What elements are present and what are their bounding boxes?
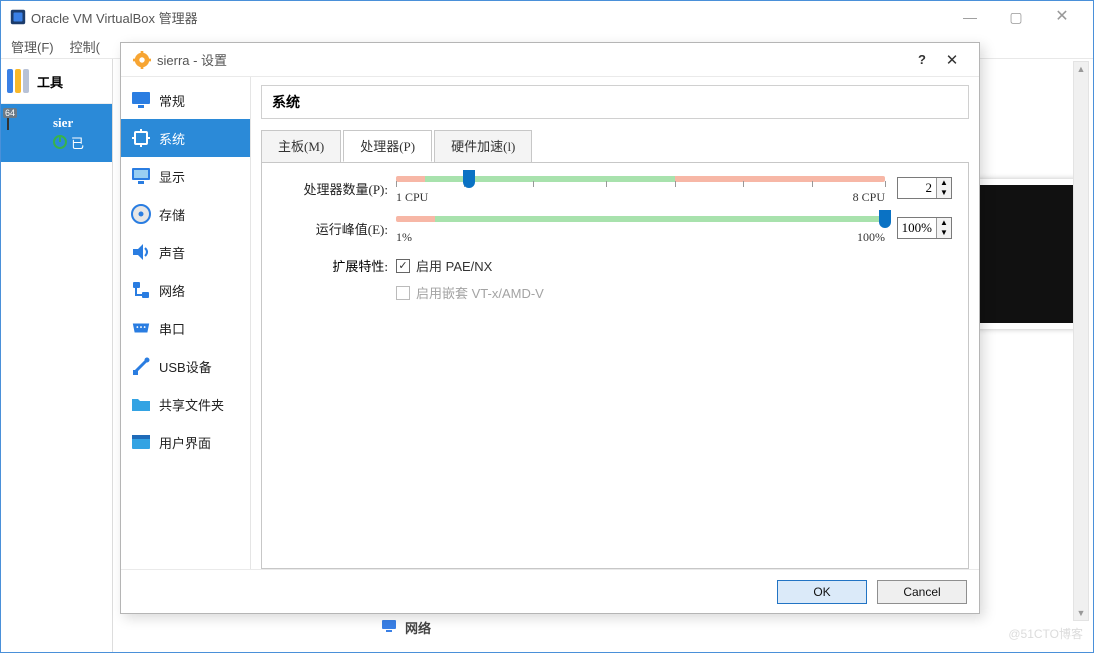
processor-max-label: 8 CPU xyxy=(853,190,885,205)
ui-icon xyxy=(131,432,151,452)
menu-item-manage[interactable]: 管理(F) xyxy=(3,33,62,58)
spin-up-icon[interactable]: ▲ xyxy=(937,218,951,228)
category-label-general: 常规 xyxy=(159,91,185,110)
close-button[interactable]: ✕ xyxy=(1039,1,1085,33)
ext-features-label: 扩展特性: xyxy=(278,256,396,275)
main-window-title: Oracle VM VirtualBox 管理器 xyxy=(27,8,198,27)
menu-item-control[interactable]: 控制( xyxy=(62,33,108,58)
processor-slider-thumb[interactable] xyxy=(463,170,475,188)
checkbox-pae[interactable]: ✓ xyxy=(396,259,410,273)
scroll-up-icon[interactable]: ▲ xyxy=(1075,62,1088,76)
execcap-slider-thumb[interactable] xyxy=(879,210,891,228)
processor-count-label: 处理器数量(P): xyxy=(278,179,396,198)
spin-up-icon[interactable]: ▲ xyxy=(937,178,951,188)
speaker-icon xyxy=(131,242,151,262)
gear-icon xyxy=(133,51,151,69)
settings-category-list: 常规 系统 显示 存储 声音 网络 xyxy=(121,77,251,569)
category-usb[interactable]: USB设备 xyxy=(121,347,250,385)
category-label-system: 系统 xyxy=(159,129,185,148)
spin-down-icon[interactable]: ▼ xyxy=(937,188,951,198)
category-general[interactable]: 常规 xyxy=(121,81,250,119)
category-storage[interactable]: 存储 xyxy=(121,195,250,233)
section-title: 系统 xyxy=(261,85,969,119)
category-label-shared: 共享文件夹 xyxy=(159,395,224,414)
exec-cap-slider-area: 1% 100% xyxy=(396,216,885,240)
category-shared-folders[interactable]: 共享文件夹 xyxy=(121,385,250,423)
category-label-audio: 声音 xyxy=(159,243,185,262)
badge-64: 64 xyxy=(3,108,17,118)
category-label-ui: 用户界面 xyxy=(159,433,211,452)
settings-right-pane: 系统 主板(M) 处理器(P) 硬件加速(l) 处理器数量(P): xyxy=(251,77,979,569)
processor-count-input[interactable] xyxy=(898,178,936,198)
category-network[interactable]: 网络 xyxy=(121,271,250,309)
category-system[interactable]: 系统 xyxy=(121,119,250,157)
folder-icon xyxy=(131,394,151,414)
help-button[interactable]: ? xyxy=(907,52,937,67)
tab-processor[interactable]: 处理器(P) xyxy=(343,130,432,162)
tools-label: 工具 xyxy=(37,72,63,91)
chip-icon xyxy=(131,128,151,148)
vertical-scrollbar[interactable]: ▲ ▼ xyxy=(1073,61,1089,621)
processor-count-spinbox[interactable]: ▲ ▼ xyxy=(897,177,952,199)
execcap-min-label: 1% xyxy=(396,230,412,245)
power-icon xyxy=(53,135,67,149)
category-user-interface[interactable]: 用户界面 xyxy=(121,423,250,461)
cancel-button[interactable]: Cancel xyxy=(877,580,967,604)
dialog-title: sierra - 设置 xyxy=(157,50,227,69)
tab-body-processor: 处理器数量(P): xyxy=(261,162,969,569)
display-icon xyxy=(131,166,151,186)
tools-icon xyxy=(7,69,29,93)
settings-dialog: sierra - 设置 ? ✕ 常规 系统 显示 存储 xyxy=(120,42,980,614)
category-display[interactable]: 显示 xyxy=(121,157,250,195)
exec-cap-label: 运行峰值(E): xyxy=(278,219,396,238)
dialog-footer: OK Cancel xyxy=(121,569,979,613)
usb-icon xyxy=(131,356,151,376)
execcap-max-label: 100% xyxy=(857,230,885,245)
tab-motherboard[interactable]: 主板(M) xyxy=(261,130,341,162)
minimize-button[interactable]: — xyxy=(947,1,993,33)
system-tabs: 主板(M) 处理器(P) 硬件加速(l) xyxy=(261,130,969,163)
exec-cap-input[interactable] xyxy=(898,218,936,238)
watermark: @51CTO博客 xyxy=(1008,625,1083,642)
vm-row-sierra[interactable]: 64 sier 已 xyxy=(1,104,112,162)
checkbox-nested-label: 启用嵌套 VT-x/AMD-V xyxy=(416,283,544,302)
scroll-down-icon[interactable]: ▼ xyxy=(1075,606,1088,620)
ok-button[interactable]: OK xyxy=(777,580,867,604)
vm-name: sier xyxy=(53,115,84,131)
spin-down-icon[interactable]: ▼ xyxy=(937,228,951,238)
disk-icon xyxy=(131,204,151,224)
exec-cap-spinbox[interactable]: ▲ ▼ xyxy=(897,217,952,239)
monitor-icon xyxy=(131,90,151,110)
checkbox-pae-label: 启用 PAE/NX xyxy=(416,256,492,275)
category-audio[interactable]: 声音 xyxy=(121,233,250,271)
serial-port-icon xyxy=(131,318,151,338)
dialog-titlebar: sierra - 设置 ? ✕ xyxy=(121,43,979,77)
main-titlebar: Oracle VM VirtualBox 管理器 — ▢ ✕ xyxy=(1,1,1093,33)
processor-min-label: 1 CPU xyxy=(396,190,428,205)
vm-state-text: 已 xyxy=(71,133,84,152)
checkbox-nested-row: 启用嵌套 VT-x/AMD-V xyxy=(396,283,544,302)
execcap-slider-track[interactable] xyxy=(396,216,885,222)
category-label-storage: 存储 xyxy=(159,205,185,224)
tools-row[interactable]: 工具 xyxy=(1,59,112,104)
network-icon xyxy=(131,280,151,300)
network-section-label: 网络 xyxy=(405,618,431,640)
virtualbox-logo-icon xyxy=(9,8,27,26)
checkbox-nested xyxy=(396,286,410,300)
maximize-button[interactable]: ▢ xyxy=(993,1,1039,33)
processor-count-slider-area: 1 CPU 8 CPU xyxy=(396,176,885,200)
category-serial[interactable]: 串口 xyxy=(121,309,250,347)
category-label-usb: USB设备 xyxy=(159,357,212,376)
category-label-network: 网络 xyxy=(159,281,185,300)
category-label-serial: 串口 xyxy=(159,319,185,338)
dialog-close-button[interactable]: ✕ xyxy=(937,51,967,69)
tab-acceleration[interactable]: 硬件加速(l) xyxy=(434,130,532,162)
category-label-display: 显示 xyxy=(159,167,185,186)
network-icon xyxy=(381,618,397,640)
checkbox-pae-row[interactable]: ✓ 启用 PAE/NX xyxy=(396,256,544,275)
vm-list: 工具 64 sier 已 xyxy=(1,59,113,652)
